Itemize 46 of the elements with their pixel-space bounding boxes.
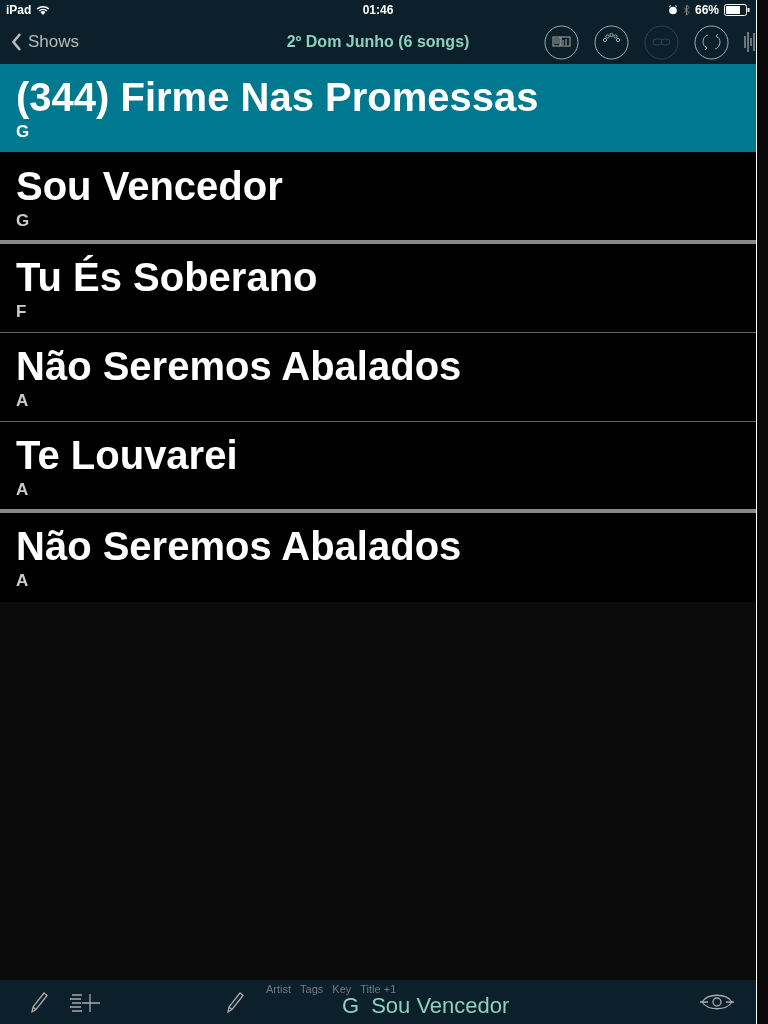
midi-port-button[interactable] bbox=[594, 24, 629, 60]
song-title: Tu És Soberano bbox=[16, 254, 319, 300]
song-key: F bbox=[16, 302, 740, 322]
song-title: Sou Vencedor bbox=[16, 163, 284, 209]
song-title: (344) Firme Nas Promessas bbox=[16, 74, 540, 120]
song-key: G bbox=[16, 122, 740, 142]
song-title: Não Seremos Abalados bbox=[16, 343, 463, 389]
midi-port-icon bbox=[594, 24, 629, 60]
alarm-clock-icon bbox=[667, 5, 678, 15]
song-row[interactable]: Não Seremos Abalados A bbox=[0, 513, 756, 602]
battery-icon bbox=[724, 4, 750, 16]
song-title: Não Seremos Abalados bbox=[16, 523, 463, 569]
edit-button[interactable] bbox=[224, 990, 246, 1014]
song-key: G bbox=[16, 211, 740, 231]
layout-icon bbox=[544, 24, 579, 60]
song-row[interactable]: Te Louvarei A bbox=[0, 422, 756, 513]
battery-percent: 66% bbox=[694, 3, 719, 17]
layout-button[interactable] bbox=[544, 24, 579, 60]
chevron-left-icon bbox=[12, 33, 22, 51]
song-row[interactable]: Sou Vencedor G bbox=[0, 153, 756, 244]
song-row[interactable]: Não Seremos Abalados A bbox=[0, 333, 756, 422]
song-row[interactable]: (344) Firme Nas Promessas G bbox=[0, 64, 756, 153]
sync-arrows-icon bbox=[694, 24, 729, 60]
sort-option[interactable]: Tags bbox=[300, 982, 324, 995]
song-row[interactable]: Tu És Soberano F bbox=[0, 244, 756, 333]
device-name: iPad bbox=[6, 3, 32, 17]
song-key: A bbox=[16, 391, 740, 411]
waveform-button[interactable] bbox=[744, 30, 756, 54]
waveform-icon bbox=[744, 30, 756, 54]
sort-option[interactable]: Key bbox=[332, 982, 352, 995]
back-button[interactable]: Shows bbox=[0, 32, 80, 52]
pencil-icon bbox=[224, 990, 246, 1014]
sync-arrows-button[interactable] bbox=[694, 24, 729, 60]
pencil-icon bbox=[28, 990, 50, 1014]
bluetooth-icon bbox=[682, 4, 690, 16]
clock-time: 01:46 bbox=[362, 3, 394, 17]
song-key: A bbox=[16, 480, 740, 500]
wifi-icon bbox=[36, 4, 51, 16]
current-song-title: Sou Vencedor bbox=[371, 993, 510, 1018]
edit-button[interactable] bbox=[28, 990, 50, 1014]
setlist-title: 2º Dom Junho (6 songs) bbox=[286, 33, 470, 51]
song-key: A bbox=[16, 571, 740, 591]
link-icon bbox=[644, 24, 679, 60]
sort-option[interactable]: Title +1 bbox=[360, 982, 397, 995]
sort-option[interactable]: Artist bbox=[266, 982, 292, 995]
song-title: Te Louvarei bbox=[16, 432, 239, 478]
